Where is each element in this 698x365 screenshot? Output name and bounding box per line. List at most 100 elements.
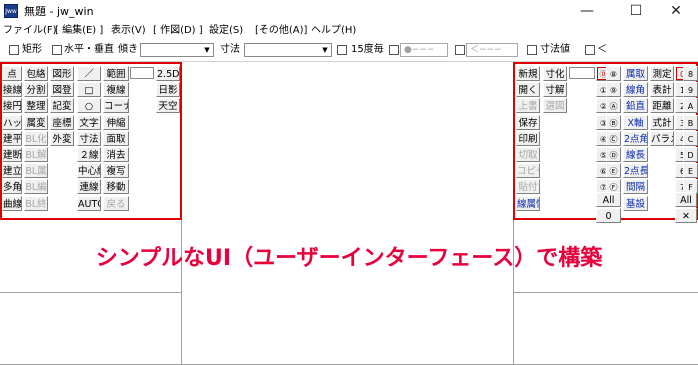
tool-button[interactable]: ハッチ: [2, 114, 22, 130]
tool-button[interactable]: BL終: [24, 195, 48, 211]
tool-button[interactable]: 複線: [103, 82, 129, 98]
menu-help[interactable]: ヘルプ(H): [311, 24, 356, 37]
tool-button[interactable]: 上書: [516, 98, 540, 114]
tool-button[interactable]: コピー: [516, 163, 540, 179]
tool-button[interactable]: 寸解: [543, 82, 567, 98]
tool-button[interactable]: ２線: [77, 147, 101, 162]
menu-file[interactable]: ファイル(F): [3, 24, 57, 37]
tool-button[interactable]: 鉛直: [623, 98, 648, 114]
tool-button[interactable]: 座標: [50, 114, 74, 130]
menu-settings[interactable]: 設定(S): [209, 24, 243, 37]
tool-button[interactable]: 表計: [650, 82, 674, 98]
layer-button[interactable]: ⑨: [606, 82, 621, 98]
tool-button[interactable]: 建立: [2, 163, 22, 179]
tool-button[interactable]: 基設: [623, 195, 648, 211]
tool-button[interactable]: 外変: [50, 130, 74, 146]
arrow-input[interactable]: ＜−−−: [466, 43, 518, 57]
point-checkbox[interactable]: [389, 45, 399, 55]
menu-edit[interactable]: [ 編集(E) ]: [55, 24, 103, 37]
minimize-icon[interactable]: —: [565, 0, 609, 22]
tool-button[interactable]: BL編: [24, 179, 48, 195]
tool-button[interactable]: 保存: [516, 114, 540, 130]
tool-button[interactable]: 多角形: [2, 179, 22, 195]
tool-button[interactable]: 2点角: [623, 130, 648, 146]
tool-button[interactable]: 日影: [156, 82, 180, 98]
group-all-button[interactable]: All: [675, 191, 697, 207]
tool-button[interactable]: 開く: [516, 82, 540, 98]
tool-button[interactable]: 伸縮: [103, 114, 129, 130]
tool-button[interactable]: 建断: [2, 147, 22, 162]
menu-view[interactable]: 表示(V): [111, 24, 146, 37]
dim-combo[interactable]: ▼: [244, 43, 332, 57]
tool-button[interactable]: 建平: [2, 130, 22, 146]
group-button[interactable]: A: [683, 98, 698, 114]
layer-all-button[interactable]: All: [596, 191, 621, 207]
slope-combo[interactable]: ▼: [140, 43, 214, 57]
tool-button[interactable]: X軸: [623, 114, 648, 130]
tool-button[interactable]: 2点長: [623, 163, 648, 179]
tool-button[interactable]: 面取: [103, 130, 129, 146]
hv-checkbox[interactable]: [52, 45, 62, 55]
menu-draw[interactable]: [ 作図(D) ]: [153, 24, 203, 37]
tool-button[interactable]: 接円: [2, 98, 22, 114]
tool-button[interactable]: 範囲: [103, 66, 129, 81]
tool-button[interactable]: 図形: [50, 66, 74, 81]
group-button[interactable]: D: [683, 147, 698, 162]
tool-button[interactable]: 式計: [650, 114, 674, 130]
tool-button[interactable]: 間隔: [623, 179, 648, 195]
tool-button[interactable]: 中心線: [77, 163, 101, 179]
rect-checkbox[interactable]: [9, 45, 19, 55]
tool-button[interactable]: 図登: [50, 82, 74, 98]
tool-button[interactable]: 連線: [77, 179, 101, 195]
tool-button[interactable]: 文字: [77, 114, 101, 130]
layer-button[interactable]: ⑧: [606, 66, 621, 81]
tool-button[interactable]: 移動: [103, 179, 129, 195]
tool-button[interactable]: BL解: [24, 147, 48, 162]
tool-button[interactable]: 包絡: [24, 66, 48, 81]
tool-button[interactable]: 切取: [516, 147, 540, 162]
tool-button[interactable]: 戻る: [103, 195, 129, 211]
chevron-down-icon[interactable]: ▼: [319, 44, 331, 56]
maximize-icon[interactable]: ☐: [614, 0, 658, 22]
layer-button[interactable]: Ⓐ: [606, 98, 621, 114]
tool-button[interactable]: 線属性: [516, 195, 540, 211]
tool-button[interactable]: 貼付: [516, 179, 540, 195]
tool-button[interactable]: 分割: [24, 82, 48, 98]
tool-button[interactable]: 消去: [103, 147, 129, 162]
layer-button[interactable]: Ⓔ: [606, 163, 621, 179]
tool-button[interactable]: 寸化: [543, 66, 567, 81]
group-button[interactable]: C: [683, 130, 698, 146]
group-button[interactable]: B: [683, 114, 698, 130]
dim-box[interactable]: [569, 67, 595, 79]
chevron-down-icon[interactable]: ▼: [201, 44, 213, 56]
tool-button[interactable]: 曲線: [2, 195, 22, 211]
tool-button[interactable]: 線角: [623, 82, 648, 98]
tool-button[interactable]: 新規: [516, 66, 540, 81]
layer-button[interactable]: Ⓓ: [606, 147, 621, 162]
tool-button[interactable]: 寸法: [77, 130, 101, 146]
tool-button[interactable]: ／: [77, 66, 101, 81]
tool-button[interactable]: コーナー: [103, 98, 129, 114]
tool-button[interactable]: BL属: [24, 163, 48, 179]
point-input[interactable]: ●−−−: [400, 43, 448, 57]
tool-button[interactable]: 2.5D: [156, 66, 180, 81]
tool-button[interactable]: 印刷: [516, 130, 540, 146]
tool-button[interactable]: 選図: [543, 98, 567, 114]
tool-button[interactable]: AUTO: [77, 195, 101, 211]
group-button[interactable]: E: [683, 163, 698, 179]
group-close-icon[interactable]: ✕: [675, 207, 697, 223]
range-box[interactable]: [130, 67, 154, 79]
lt-checkbox[interactable]: [585, 45, 595, 55]
tool-button[interactable]: 複写: [103, 163, 129, 179]
tool-button[interactable]: 距離: [650, 98, 674, 114]
tool-button[interactable]: 点: [2, 66, 22, 81]
close-icon[interactable]: ✕: [654, 0, 698, 22]
tool-button[interactable]: 天空: [156, 98, 180, 114]
tool-button[interactable]: 属変: [24, 114, 48, 130]
tool-button[interactable]: 測定: [650, 66, 674, 81]
tool-button[interactable]: 属取: [623, 66, 648, 81]
layer-button[interactable]: Ⓒ: [606, 130, 621, 146]
group-button[interactable]: 9: [683, 82, 698, 98]
tool-button[interactable]: 線長: [623, 147, 648, 162]
tool-button[interactable]: 整理: [24, 98, 48, 114]
